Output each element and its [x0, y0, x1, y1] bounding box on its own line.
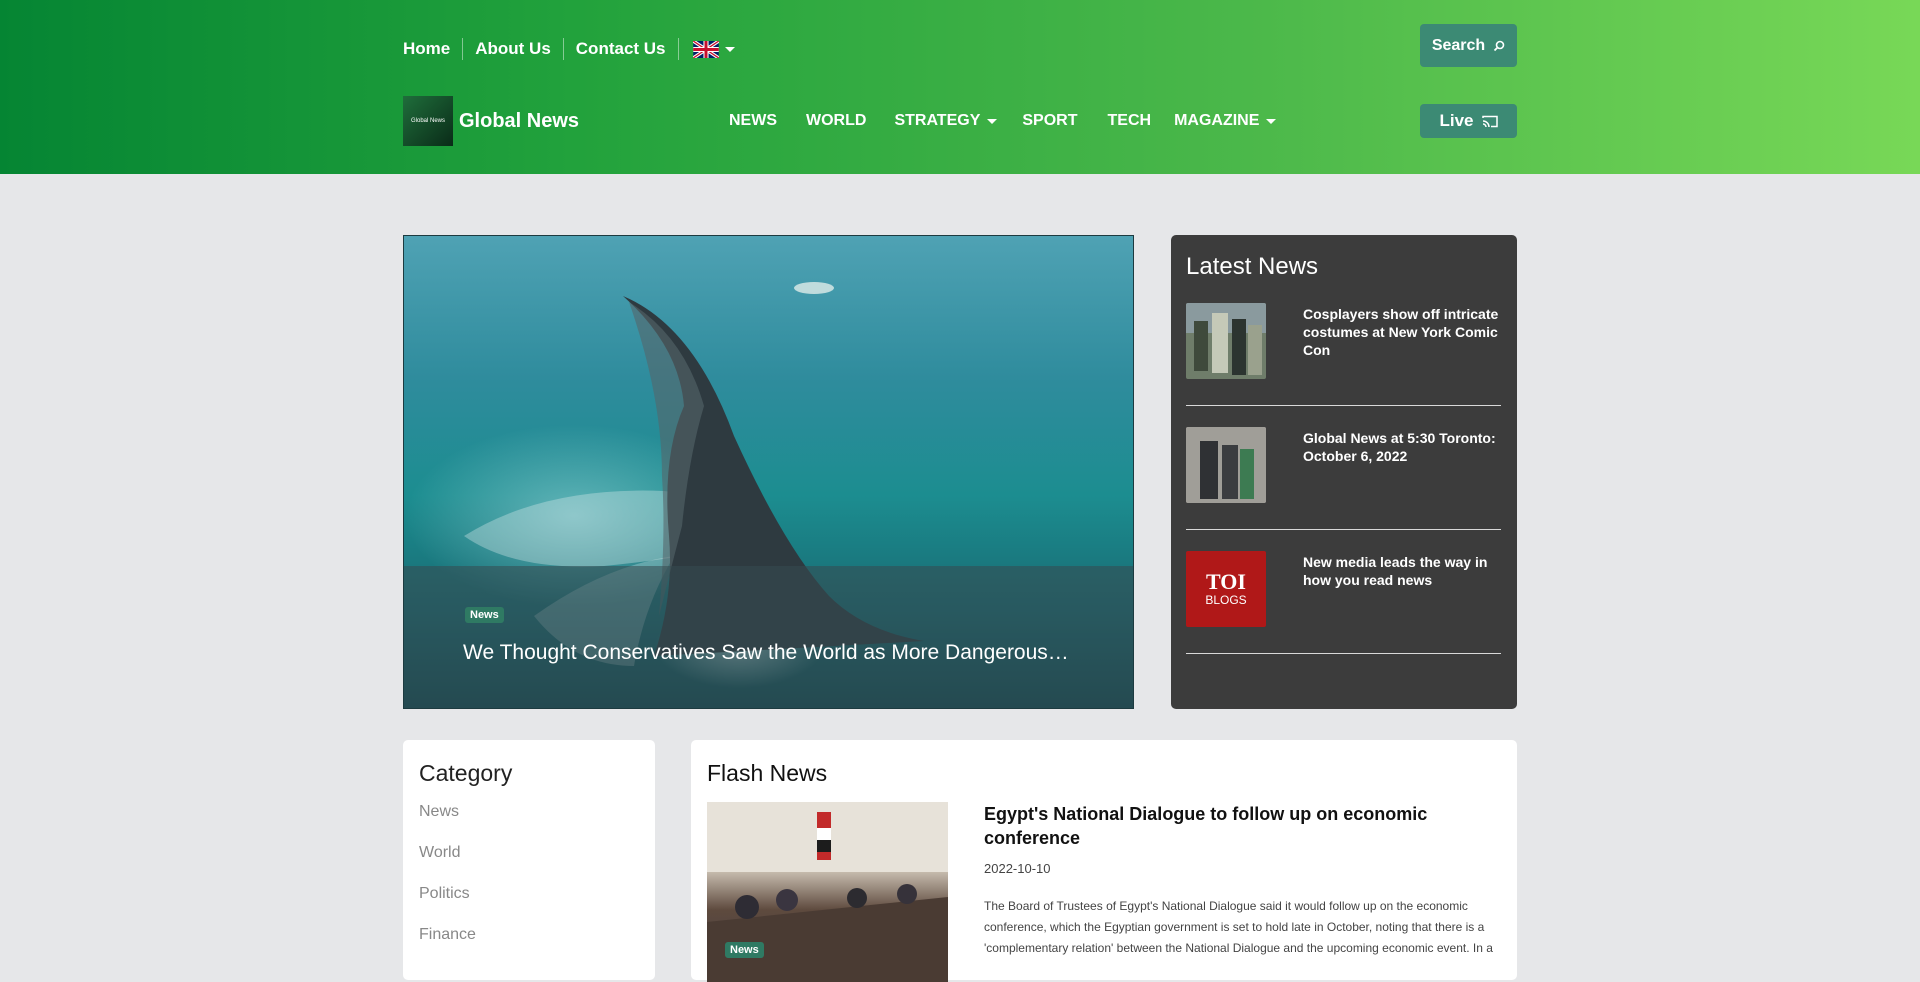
latest-news-title: Global News at 5:30 Toronto: October 6, …: [1303, 430, 1496, 464]
category-badge[interactable]: News: [725, 942, 764, 958]
latest-news-item[interactable]: Cosplayers show off intricate costumes a…: [1186, 303, 1501, 406]
search-button-label: Search: [1431, 36, 1486, 54]
latest-news-title: Cosplayers show off intricate costumes a…: [1303, 306, 1499, 358]
nav-home-link[interactable]: Home: [403, 37, 462, 61]
search-icon: [1494, 40, 1505, 51]
thumb-line-2: BLOGS: [1205, 593, 1247, 607]
brand-name: Global News: [459, 109, 580, 132]
uk-flag-icon: [692, 40, 719, 58]
latest-news-thumbnail: [1186, 303, 1266, 379]
flash-news-panel: Flash News News Egypt's National Dialogu…: [691, 740, 1517, 982]
nav-tech[interactable]: TECH: [1108, 112, 1152, 130]
main-navigation: NEWS WORLD STRATEGY SPORT TECH MAGAZINE: [729, 111, 1277, 131]
latest-news-panel: Latest News Cosplayers show off intricat…: [1171, 235, 1517, 709]
toi-blogs-thumbnail: TOI BLOGS: [1186, 551, 1266, 627]
flash-news-date: 2022-10-10: [984, 861, 1051, 876]
chevron-down-icon: [1266, 118, 1277, 124]
brand[interactable]: Global News Global News: [403, 96, 579, 146]
search-button[interactable]: Search: [1420, 24, 1517, 67]
latest-news-item[interactable]: Global News at 5:30 Toronto: October 6, …: [1186, 427, 1501, 530]
thumb-line-1: TOI: [1206, 569, 1246, 594]
flash-news-text: Egypt's National Dialogue to follow up o…: [984, 802, 1504, 982]
live-button[interactable]: Live: [1420, 104, 1517, 138]
nav-contact-link[interactable]: Contact Us: [564, 37, 678, 61]
featured-article[interactable]: News We Thought Conservatives Saw the Wo…: [403, 235, 1134, 709]
category-link-politics[interactable]: Politics: [419, 885, 639, 903]
latest-news-thumbnail: [1186, 427, 1266, 503]
nav-strategy[interactable]: STRATEGY: [894, 112, 998, 130]
chevron-down-icon: [724, 46, 735, 52]
flash-news-heading: Flash News: [707, 760, 828, 786]
category-link-news[interactable]: News: [419, 803, 639, 821]
category-badge[interactable]: News: [465, 607, 504, 623]
latest-news-item[interactable]: TOI BLOGS New media leads the way in how…: [1186, 551, 1501, 654]
latest-news-title: New media leads the way in how you read …: [1303, 554, 1488, 588]
latest-news-heading: Latest News: [1186, 253, 1319, 280]
nav-world[interactable]: WORLD: [806, 112, 866, 130]
category-link-finance[interactable]: Finance: [419, 926, 639, 944]
nav-magazine[interactable]: MAGAZINE: [1174, 112, 1277, 130]
featured-caption-overlay: [404, 566, 1133, 708]
language-selector[interactable]: [679, 40, 735, 58]
category-heading: Category: [419, 760, 513, 786]
nav-sport[interactable]: SPORT: [1022, 112, 1077, 130]
top-navigation: Home About Us Contact Us: [403, 36, 735, 62]
brand-logo: Global News: [403, 96, 453, 146]
nav-about-link[interactable]: About Us: [463, 37, 563, 61]
nav-strategy-label: STRATEGY: [894, 112, 981, 129]
flash-news-description: The Board of Trustees of Egypt's Nationa…: [984, 899, 1493, 955]
flash-news-title[interactable]: Egypt's National Dialogue to follow up o…: [984, 802, 1504, 850]
cast-icon: [1481, 115, 1498, 127]
nav-magazine-label: MAGAZINE: [1174, 112, 1260, 129]
nav-news[interactable]: NEWS: [729, 112, 777, 130]
chevron-down-icon: [987, 118, 998, 124]
flash-news-article: News Egypt's National Dialogue to follow…: [707, 802, 1501, 982]
featured-article-title[interactable]: We Thought Conservatives Saw the World a…: [463, 641, 1073, 665]
category-panel: Category News World Politics Finance: [403, 740, 655, 980]
site-header: Home About Us Contact Us Search Global N…: [0, 0, 1920, 174]
brand-logo-text: Global News: [410, 118, 445, 124]
live-button-label: Live: [1439, 111, 1474, 130]
category-link-world[interactable]: World: [419, 844, 639, 862]
flash-news-image[interactable]: News: [707, 802, 948, 982]
